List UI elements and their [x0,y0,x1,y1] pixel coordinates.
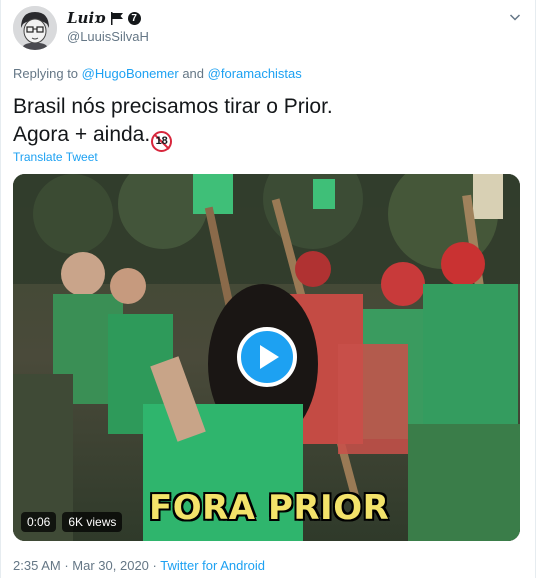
avatar[interactable] [13,6,57,50]
replying-to: Replying to @HugoBonemer and @foramachis… [13,66,302,81]
tweet-text: Brasil nós precisamos tirar o Prior. Ago… [13,93,333,152]
flag-icon [110,11,124,25]
tweet-line-2: Agora + ainda. [13,123,151,146]
play-button[interactable] [237,327,297,387]
no-under-18-icon: 18 [151,130,173,152]
reply-user-link-2[interactable]: @foramachistas [208,66,302,81]
author-handle[interactable]: @LuuisSilvaH [67,29,149,44]
tweet-line-2-wrap: Agora + ainda. 18 [13,121,333,152]
no-under-18-label: 18 [155,135,168,147]
play-icon [260,345,279,369]
tweet-line-1: Brasil nós precisamos tirar o Prior. [13,95,333,118]
separator: · [64,558,69,573]
reply-user-link-1[interactable]: @HugoBonemer [82,66,179,81]
translate-tweet-link[interactable]: Translate Tweet [13,150,98,164]
video-duration: 0:06 [21,512,57,532]
chevron-down-icon[interactable] [509,10,521,22]
tweet-time[interactable]: 2:35 AM [13,558,61,573]
replying-prefix: Replying to [13,66,79,81]
tweet-footer: 2:35 AM · Mar 30, 2020 · Twitter for And… [13,558,265,573]
replying-connector: and [182,66,205,81]
display-name[interactable]: Luiɒ [67,9,106,27]
separator: · [152,558,157,573]
tweet-card: Luiɒ 7 @LuuisSilvaH Replying to @HugoBon… [0,0,536,578]
number-badge-icon: 7 [127,11,141,25]
video-meta: 0:06 6K views [21,512,123,532]
author-name-row[interactable]: Luiɒ 7 [67,9,141,27]
video-views: 6K views [62,512,123,532]
tweet-source-link[interactable]: Twitter for Android [160,558,265,573]
video-player[interactable]: FORA PRIOR 0:06 6K views [13,174,520,541]
tweet-date[interactable]: Mar 30, 2020 [72,558,149,573]
video-caption-overlay: FORA PRIOR [149,488,390,528]
